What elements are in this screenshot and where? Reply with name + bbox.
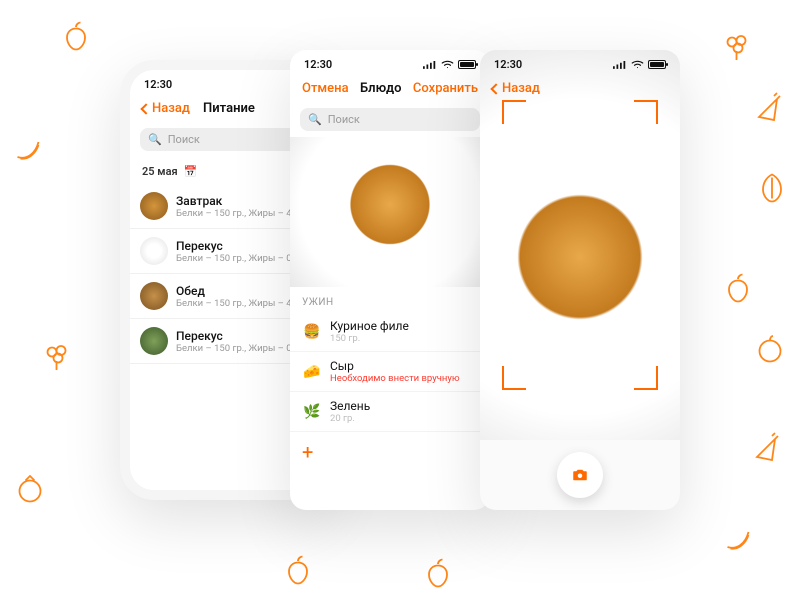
save-button[interactable]: Сохранить [413,81,478,96]
search-input[interactable]: 🔍 Поиск [140,128,310,151]
food-icon: 🌿 [302,402,322,422]
status-icons [423,60,476,69]
status-icons [613,60,666,69]
broccoli-icon [720,30,756,66]
status-time: 12:30 [144,78,172,91]
shutter-bar [480,440,680,510]
ingredient-name: Куриное филе [330,319,478,333]
back-button[interactable]: Назад [142,101,190,116]
food-icon: 🧀 [302,362,322,382]
camera-icon [571,466,589,484]
signal-icon [613,60,627,69]
status-bar: 12:30 [290,50,490,75]
wifi-icon [441,60,454,69]
scan-corner-icon [502,100,526,124]
scan-corner-icon [502,366,526,390]
back-button[interactable]: Назад [492,81,540,96]
search-icon: 🔍 [308,113,322,126]
lettuce-icon [754,170,790,206]
tomato-icon [12,470,48,506]
back-label: Назад [152,101,190,116]
cancel-button[interactable]: Отмена [302,81,349,96]
food-icon: 🍔 [302,322,322,342]
ingredient-row[interactable]: 🍔 Куриное филе150 гр. [290,312,490,352]
shutter-button[interactable] [557,452,603,498]
chevron-left-icon [490,83,501,94]
status-time: 12:30 [494,58,522,71]
ingredient-name: Зелень [330,399,478,413]
meal-thumb [140,327,168,355]
page-title: Питание [203,101,255,116]
carrot-icon [750,90,786,126]
search-icon: 🔍 [148,133,162,146]
signal-icon [423,60,437,69]
apple-icon [420,555,456,591]
battery-icon [458,60,476,69]
ingredient-row[interactable]: 🌿 Зелень20 гр. [290,392,490,432]
nav-bar: Отмена Блюдо Сохранить [290,75,490,102]
status-bar: 12:30 [480,50,680,75]
search-placeholder: Поиск [168,133,200,146]
dish-photo [290,137,490,287]
calendar-icon: 📅 [184,165,198,178]
nav-bar: Назад [480,75,680,102]
dish-screen: 12:30 Отмена Блюдо Сохранить 🔍 Поиск УЖИ… [290,50,490,510]
ingredient-amount: 150 гр. [330,333,478,344]
ingredient-name: Сыр [330,359,478,373]
status-time: 12:30 [304,58,332,71]
cancel-label: Отмена [302,81,349,96]
meal-thumb [140,237,168,265]
carrot-icon [748,430,784,466]
scan-frame [502,100,658,390]
meal-thumb [140,282,168,310]
banana-icon [720,520,756,556]
section-header: УЖИН [290,287,490,312]
search-input[interactable]: 🔍 Поиск [300,108,480,131]
wifi-icon [631,60,644,69]
apple-icon [720,270,756,306]
add-button[interactable]: + [290,432,490,472]
page-title: Блюдо [360,81,402,96]
banana-icon [10,130,46,166]
scan-corner-icon [634,100,658,124]
broccoli-icon [40,340,76,376]
date-label: 25 мая [142,165,178,178]
apple-icon [58,18,94,54]
ingredient-row[interactable]: 🧀 СырНеобходимо внести вручную [290,352,490,392]
chevron-left-icon [140,103,151,114]
ingredient-warning: Необходимо внести вручную [330,373,478,384]
ingredient-amount: 20 гр. [330,413,478,424]
search-placeholder: Поиск [328,113,360,126]
apple-icon [280,552,316,588]
orange-icon [752,330,788,366]
meal-thumb [140,192,168,220]
battery-icon [648,60,666,69]
camera-screen: 12:30 Назад [480,50,680,510]
back-label: Назад [502,81,540,96]
scan-corner-icon [634,366,658,390]
